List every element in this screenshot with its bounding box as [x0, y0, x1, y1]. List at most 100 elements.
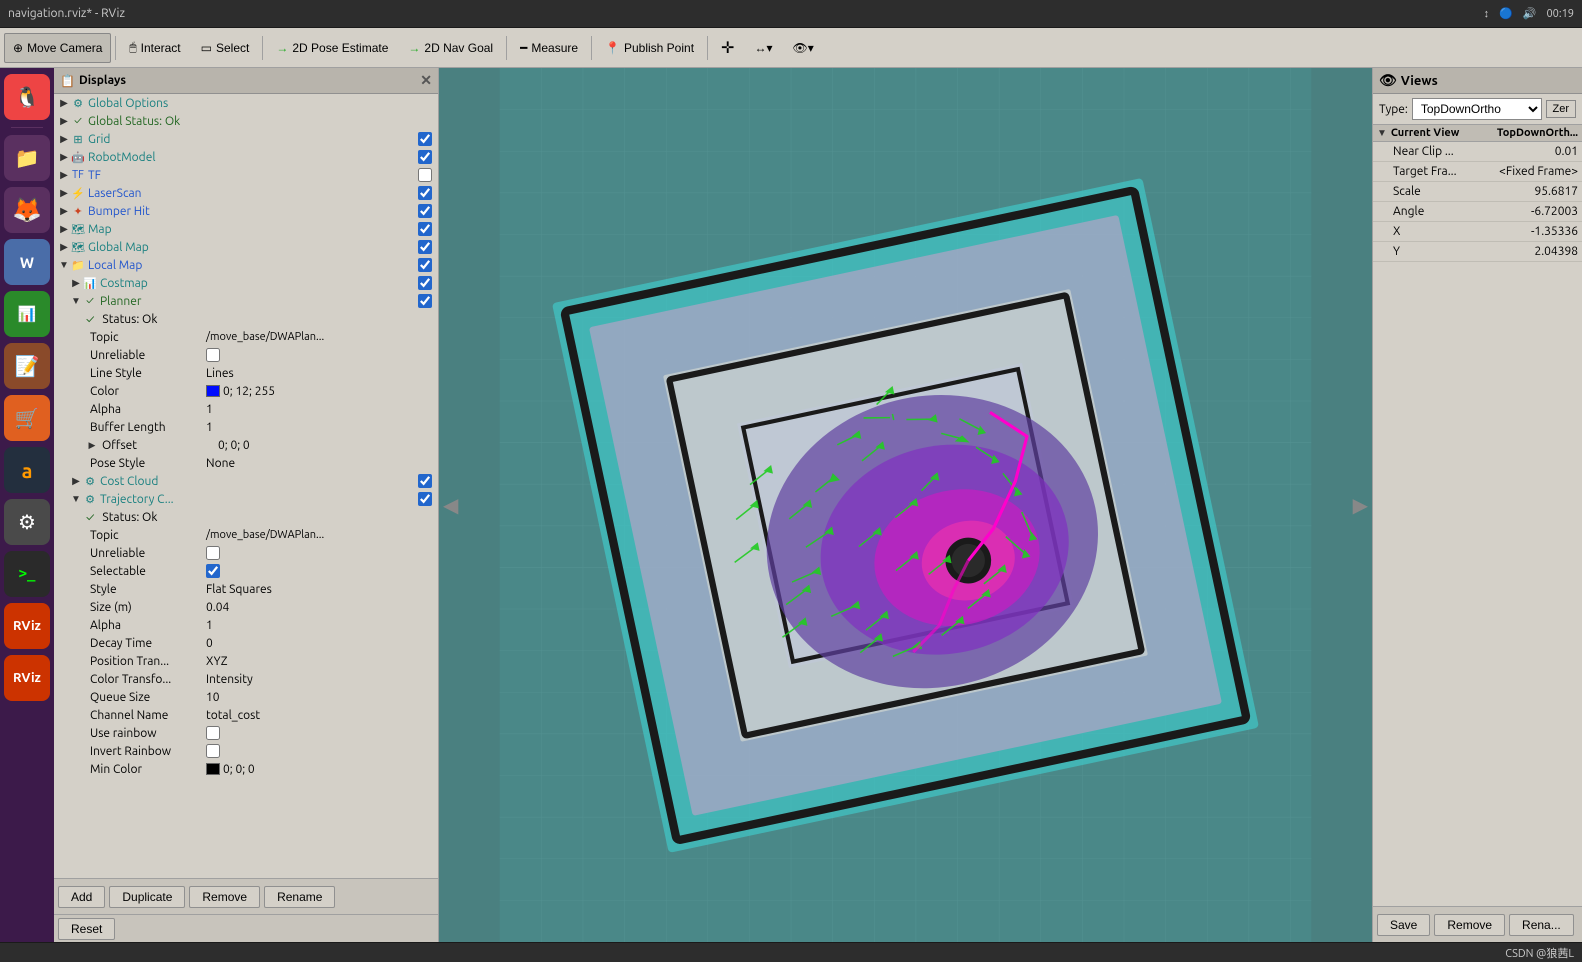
views-rename-button[interactable]: Rena...: [1509, 914, 1574, 936]
planner-arrow[interactable]: ▼: [70, 295, 82, 307]
duplicate-button[interactable]: Duplicate: [109, 886, 185, 908]
trajectory-rainbow-checkbox[interactable]: [206, 726, 220, 740]
extra-icon-2[interactable]: ↔▾: [745, 33, 781, 63]
launcher-text[interactable]: 📝: [4, 343, 50, 389]
tree-item-costmap[interactable]: ▶ 📊 Costmap: [54, 274, 438, 292]
remove-button[interactable]: Remove: [189, 886, 260, 908]
tree-item-grid[interactable]: ▶ ⊞ Grid: [54, 130, 438, 148]
robot-model-checkbox[interactable]: [418, 150, 432, 164]
launcher-rviz1[interactable]: RViz: [4, 603, 50, 649]
tree-item-global-status[interactable]: ▶ ✓ Global Status: Ok: [54, 112, 438, 130]
tree-item-global-map[interactable]: ▶ 🗺 Global Map: [54, 238, 438, 256]
planner-offset-arrow[interactable]: ▶: [86, 439, 98, 451]
views-zero-button[interactable]: Zer: [1546, 100, 1577, 118]
interact-button[interactable]: 🖱 Interact: [120, 33, 189, 63]
local-map-arrow[interactable]: ▼: [58, 259, 70, 271]
planner-color-row[interactable]: Color 0; 12; 255: [54, 382, 438, 400]
displays-close-button[interactable]: ✕: [420, 72, 432, 89]
launcher-calc[interactable]: 📊: [4, 291, 50, 337]
views-remove-button[interactable]: Remove: [1434, 914, 1505, 936]
cost-cloud-arrow[interactable]: ▶: [70, 475, 82, 487]
nav-goal-button[interactable]: → 2D Nav Goal: [399, 33, 502, 63]
tf-arrow[interactable]: ▶: [58, 169, 70, 181]
trajectory-decay-row[interactable]: Decay Time 0: [54, 634, 438, 652]
measure-button[interactable]: ━ Measure: [511, 33, 587, 63]
trajectory-postran-row[interactable]: Position Tran... XYZ: [54, 652, 438, 670]
extra-icon-1[interactable]: ✛: [712, 33, 743, 63]
launcher-terminal[interactable]: >_: [4, 551, 50, 597]
launcher-settings[interactable]: ⚙: [4, 499, 50, 545]
trajectory-rainbow-row[interactable]: Use rainbow: [54, 724, 438, 742]
planner-linestyle-row[interactable]: Line Style Lines: [54, 364, 438, 382]
trajectory-invrainbow-checkbox[interactable]: [206, 744, 220, 758]
trajectory-selectable-row[interactable]: Selectable: [54, 562, 438, 580]
planner-alpha-row[interactable]: Alpha 1: [54, 400, 438, 418]
trajectory-selectable-checkbox[interactable]: [206, 564, 220, 578]
trajectory-style-row[interactable]: Style Flat Squares: [54, 580, 438, 598]
trajectory-arrow[interactable]: ▼: [70, 493, 82, 505]
view-near-clip-row[interactable]: Near Clip ... 0.01: [1373, 142, 1582, 162]
robot-model-arrow[interactable]: ▶: [58, 151, 70, 163]
views-type-select[interactable]: TopDownOrtho: [1412, 98, 1542, 120]
launcher-rviz2[interactable]: RViz: [4, 655, 50, 701]
trajectory-coltran-row[interactable]: Color Transfo... Intensity: [54, 670, 438, 688]
launcher-ubuntu[interactable]: 🐧: [4, 74, 50, 120]
view-angle-row[interactable]: Angle -6.72003: [1373, 202, 1582, 222]
trajectory-queue-row[interactable]: Queue Size 10: [54, 688, 438, 706]
select-button[interactable]: ▭ Select: [192, 33, 259, 63]
costmap-checkbox[interactable]: [418, 276, 432, 290]
tree-item-planner[interactable]: ▼ ✓ Planner: [54, 292, 438, 310]
views-save-button[interactable]: Save: [1377, 914, 1430, 936]
global-map-arrow[interactable]: ▶: [58, 241, 70, 253]
map-arrow[interactable]: ▶: [58, 223, 70, 235]
trajectory-channel-row[interactable]: Channel Name total_cost: [54, 706, 438, 724]
launcher-firefox[interactable]: 🦊: [4, 187, 50, 233]
global-map-checkbox[interactable]: [418, 240, 432, 254]
tree-item-bumper-hit[interactable]: ▶ ✦ Bumper Hit: [54, 202, 438, 220]
planner-unreliable-checkbox[interactable]: [206, 348, 220, 362]
tree-item-tf[interactable]: ▶ TF TF: [54, 166, 438, 184]
trajectory-alpha-row[interactable]: Alpha 1: [54, 616, 438, 634]
viewport-right-arrow[interactable]: ▶: [1353, 493, 1368, 517]
global-options-arrow[interactable]: ▶: [58, 97, 70, 109]
bumper-hit-arrow[interactable]: ▶: [58, 205, 70, 217]
tree-item-local-map[interactable]: ▼ 📁 Local Map: [54, 256, 438, 274]
map-checkbox[interactable]: [418, 222, 432, 236]
planner-buffer-row[interactable]: Buffer Length 1: [54, 418, 438, 436]
laser-scan-arrow[interactable]: ▶: [58, 187, 70, 199]
reset-button[interactable]: Reset: [58, 918, 115, 940]
tree-item-trajectory[interactable]: ▼ ⚙ Trajectory C...: [54, 490, 438, 508]
trajectory-unreliable-row[interactable]: Unreliable: [54, 544, 438, 562]
publish-point-button[interactable]: 📍 Publish Point: [596, 33, 703, 63]
trajectory-checkbox[interactable]: [418, 492, 432, 506]
view-y-row[interactable]: Y 2.04398: [1373, 242, 1582, 262]
planner-posestyle-row[interactable]: Pose Style None: [54, 454, 438, 472]
launcher-store[interactable]: 🛒: [4, 395, 50, 441]
cost-cloud-checkbox[interactable]: [418, 474, 432, 488]
rename-button[interactable]: Rename: [264, 886, 335, 908]
trajectory-mincolor-row[interactable]: Min Color 0; 0; 0: [54, 760, 438, 778]
view-x-row[interactable]: X -1.35336: [1373, 222, 1582, 242]
laser-scan-checkbox[interactable]: [418, 186, 432, 200]
launcher-files[interactable]: 📁: [4, 135, 50, 181]
move-camera-button[interactable]: ⊕ Move Camera: [4, 33, 111, 63]
view-target-frame-row[interactable]: Target Fra... <Fixed Frame>: [1373, 162, 1582, 182]
launcher-office[interactable]: W: [4, 239, 50, 285]
planner-unreliable-row[interactable]: Unreliable: [54, 346, 438, 364]
costmap-arrow[interactable]: ▶: [70, 277, 82, 289]
planner-checkbox[interactable]: [418, 294, 432, 308]
tree-item-global-options[interactable]: ▶ ⚙ Global Options: [54, 94, 438, 112]
pose-estimate-button[interactable]: → 2D Pose Estimate: [267, 33, 397, 63]
view-scale-row[interactable]: Scale 95.6817: [1373, 182, 1582, 202]
trajectory-topic-row[interactable]: Topic /move_base/DWAPlan...: [54, 526, 438, 544]
tree-item-laser-scan[interactable]: ▶ ⚡ LaserScan: [54, 184, 438, 202]
viewport[interactable]: ◀ ▶: [439, 68, 1372, 942]
trajectory-unreliable-checkbox[interactable]: [206, 546, 220, 560]
grid-checkbox[interactable]: [418, 132, 432, 146]
add-button[interactable]: Add: [58, 886, 105, 908]
viewport-left-arrow[interactable]: ◀: [443, 493, 458, 517]
extra-icon-3[interactable]: 👁▾: [783, 33, 822, 63]
tree-item-map[interactable]: ▶ 🗺 Map: [54, 220, 438, 238]
planner-topic-row[interactable]: Topic /move_base/DWAPlan...: [54, 328, 438, 346]
bumper-hit-checkbox[interactable]: [418, 204, 432, 218]
